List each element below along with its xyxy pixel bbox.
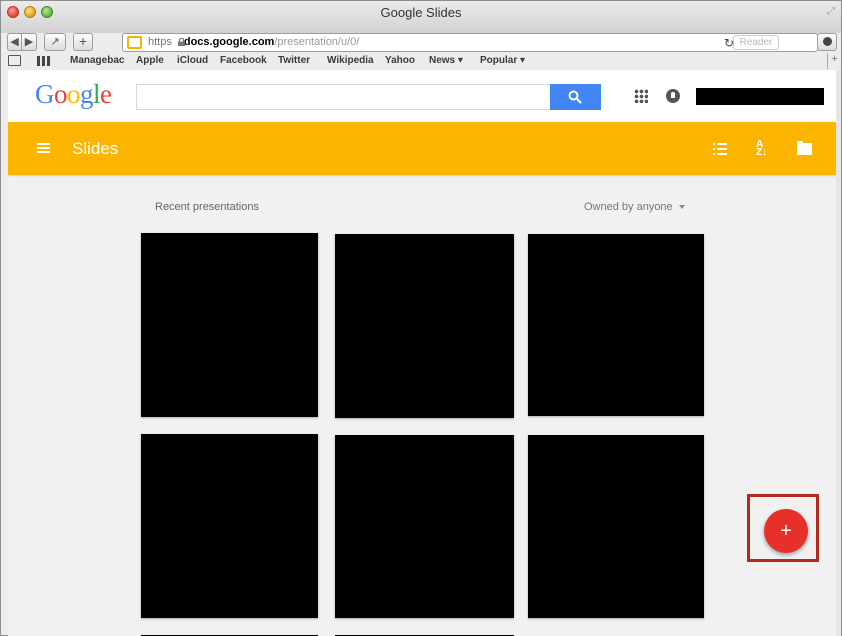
logo-letter: G (35, 79, 55, 109)
share-button[interactable]: ↗ (44, 33, 66, 51)
logo-letter: o (54, 79, 68, 109)
lock-icon (178, 38, 185, 46)
presentation-thumbnail[interactable] (335, 234, 514, 418)
bookmark-facebook[interactable]: Facebook (220, 55, 267, 66)
create-presentation-button[interactable]: + (764, 509, 808, 553)
list-view-icon[interactable] (713, 143, 727, 155)
url-scheme: https (148, 36, 172, 48)
presentation-thumbnail[interactable] (335, 435, 514, 618)
address-bar[interactable]: https docs.google.com/presentation/u/0/ ↻… (122, 33, 818, 52)
owner-filter-label: Owned by anyone (584, 201, 673, 213)
window-title: Google Slides (380, 5, 462, 20)
google-logo[interactable]: Google (35, 79, 112, 110)
downloads-button[interactable] (817, 33, 837, 51)
slides-app-bar: Slides A Z↓ (8, 122, 836, 175)
app-title: Slides (72, 139, 119, 158)
bookmarks-bar: Managebac Apple iCloud Facebook Twitter … (1, 53, 841, 69)
vertical-scrollbar[interactable] (836, 70, 841, 636)
presentation-thumbnail[interactable] (528, 435, 704, 618)
bookmark-wikipedia[interactable]: Wikipedia (327, 55, 374, 66)
bookmark-popular[interactable]: Popular ▾ (480, 55, 525, 66)
presentation-thumbnail[interactable] (141, 233, 318, 417)
logo-letter: l (93, 79, 101, 109)
logo-letter: g (80, 79, 94, 109)
search-button[interactable] (550, 84, 601, 110)
logo-letter: o (67, 79, 81, 109)
sort-az-icon[interactable]: A Z↓ (756, 140, 772, 158)
url-path: /presentation/u/0/ (274, 36, 360, 48)
forward-arrow-icon: ▶ (24, 36, 34, 48)
notifications-icon[interactable] (666, 89, 680, 103)
bookmark-apple[interactable]: Apple (136, 55, 164, 66)
apps-grid-icon[interactable] (634, 89, 648, 103)
account-name-redacted[interactable] (696, 88, 824, 105)
bookmark-yahoo[interactable]: Yahoo (385, 55, 415, 66)
bookmark-icloud[interactable]: iCloud (177, 55, 208, 66)
search-input[interactable] (136, 84, 601, 110)
bookmark-twitter[interactable]: Twitter (278, 55, 310, 66)
search-icon (568, 90, 582, 104)
presentation-thumbnail[interactable] (141, 434, 318, 618)
logo-letter: e (100, 79, 112, 109)
fullscreen-icon[interactable]: ⤢ (827, 6, 835, 17)
browser-toolbar: ◀ ▶ ↗ + https docs.google.com/presentatio… (1, 33, 841, 53)
bookmark-managebac[interactable]: Managebac (70, 55, 124, 66)
section-title: Recent presentations (155, 201, 259, 213)
folder-icon[interactable] (797, 141, 812, 155)
hamburger-menu-icon[interactable] (37, 143, 50, 153)
bookmark-news[interactable]: News ▾ (429, 55, 463, 66)
back-arrow-icon: ◀ (10, 36, 19, 48)
title-bar: Google Slides ⤢ (1, 1, 841, 33)
dropdown-caret-icon (678, 205, 685, 210)
google-header: Google (8, 70, 836, 122)
top-sites-grid-icon[interactable] (37, 56, 50, 66)
back-button[interactable]: ◀ (7, 33, 22, 51)
page-viewport: Google Slides A Z↓ Recent presentations O… (8, 70, 836, 636)
reader-button[interactable]: Reader (733, 35, 779, 50)
new-tab-button[interactable]: + (73, 33, 93, 51)
bookmarks-book-icon[interactable] (8, 55, 21, 66)
add-bookmark-button[interactable]: + (827, 53, 841, 69)
url-host: docs.google.com (183, 36, 275, 48)
share-icon: ↗ (50, 36, 60, 48)
forward-button[interactable]: ▶ (22, 33, 37, 51)
presentation-thumbnail[interactable] (528, 234, 704, 416)
owner-filter-dropdown[interactable]: Owned by anyone (584, 201, 685, 213)
site-favicon (127, 36, 142, 49)
